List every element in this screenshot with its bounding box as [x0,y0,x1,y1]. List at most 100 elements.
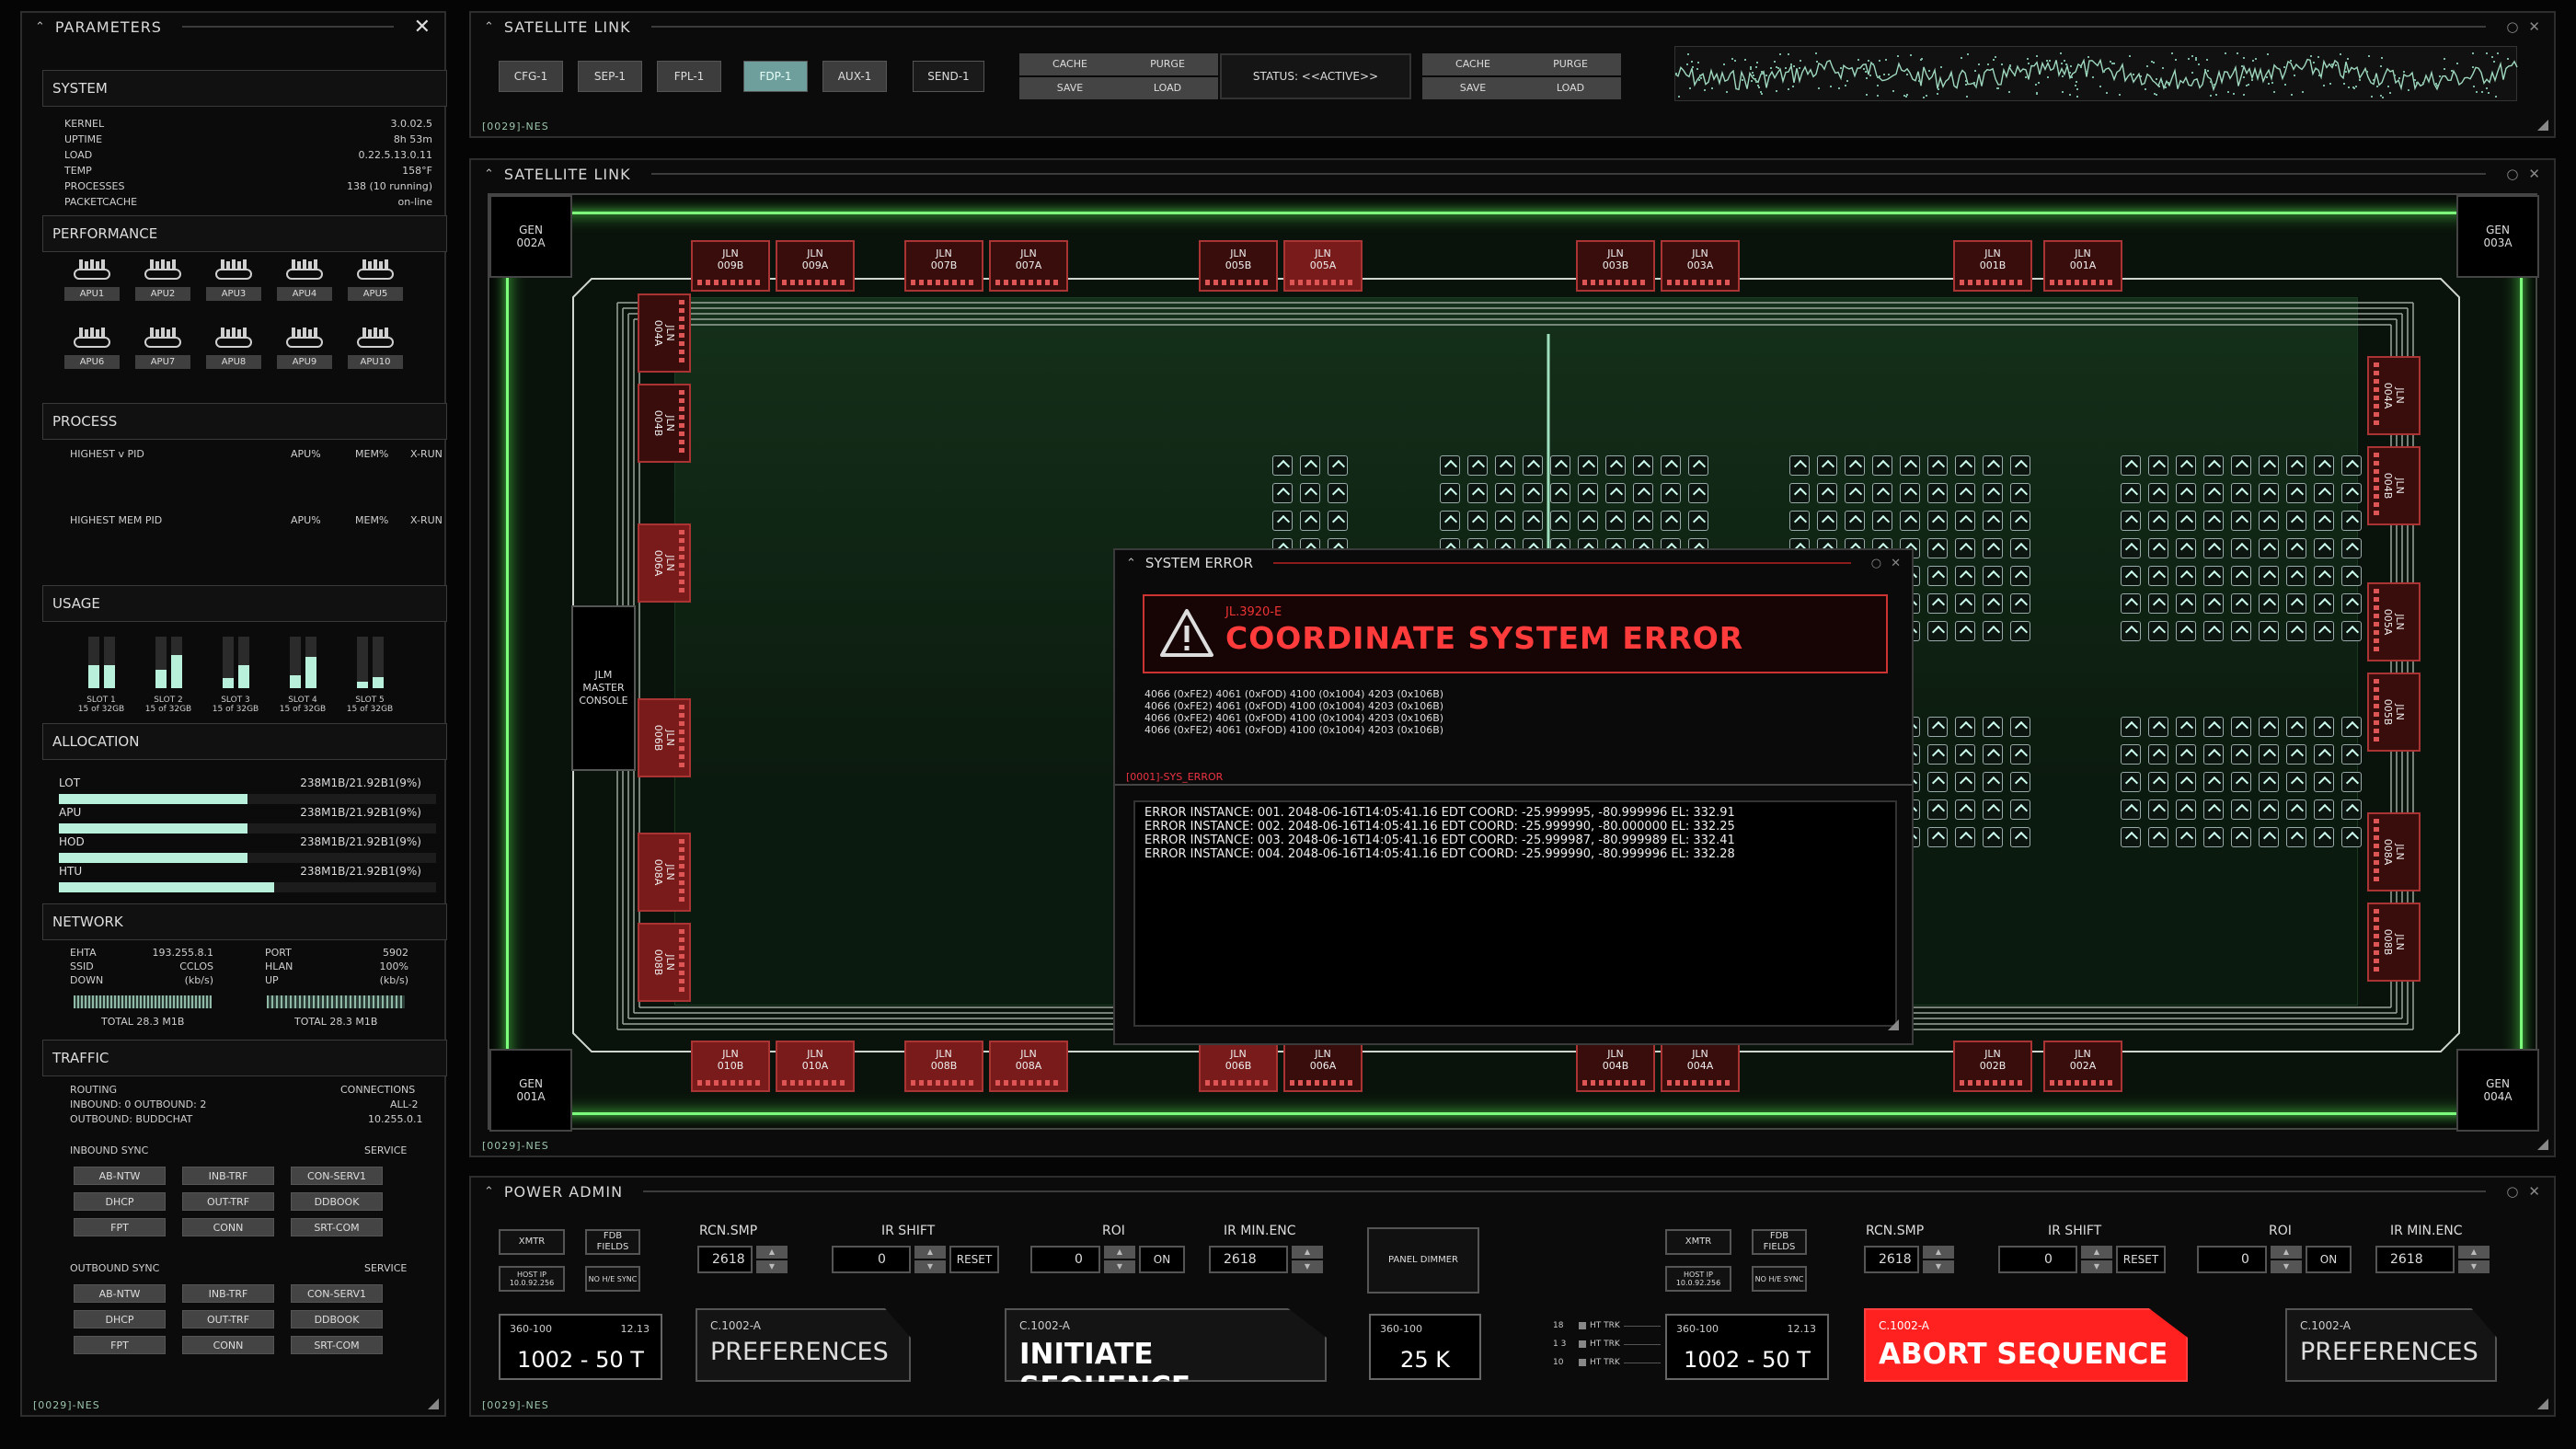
node-cell-icon[interactable] [1845,483,1865,503]
node-cell-icon[interactable] [2341,744,2362,765]
node-cell-icon[interactable] [2341,772,2362,792]
toolbar-button-sep-1[interactable]: SEP-1 [578,61,642,92]
toolbar-button-fdp-1[interactable]: FDP-1 [743,61,808,92]
jln-node-top-009a[interactable]: JLN 009A [776,240,855,292]
jln-node-bottom-010b[interactable]: JLN 010B [691,1041,770,1092]
node-cell-icon[interactable] [2231,827,2251,847]
jln-node-left-006a[interactable]: JLN 006A [638,523,691,603]
node-cell-icon[interactable] [2341,483,2362,503]
node-cell-icon[interactable] [2121,538,2141,558]
node-cell-icon[interactable] [2286,799,2306,820]
xmtr-button[interactable]: XMTR [499,1229,565,1255]
node-cell-icon[interactable] [1900,483,1920,503]
node-cell-icon[interactable] [2341,511,2362,531]
node-cell-icon[interactable] [1983,621,2003,641]
node-cell-icon[interactable] [1983,483,2003,503]
node-cell-icon[interactable] [1328,511,1348,531]
sync-button-fpt[interactable]: FPT [74,1336,166,1354]
node-cell-icon[interactable] [2259,455,2279,476]
node-cell-icon[interactable] [1688,455,1708,476]
node-cell-icon[interactable] [1328,455,1348,476]
resize-handle[interactable] [1888,1019,1899,1030]
node-cell-icon[interactable] [1440,483,1460,503]
node-cell-icon[interactable] [1955,799,1975,820]
collapse-chevron-icon[interactable]: ⌃ [484,167,495,181]
node-cell-icon[interactable] [2121,455,2141,476]
node-cell-icon[interactable] [2010,566,2030,586]
node-cell-icon[interactable] [1272,511,1293,531]
toolbar-button-fpl-1[interactable]: FPL-1 [657,61,721,92]
jln-node-bottom-004a[interactable]: JLN 004A [1661,1041,1740,1092]
node-cell-icon[interactable] [1983,593,2003,614]
node-cell-icon[interactable] [2341,455,2362,476]
node-cell-icon[interactable] [1495,511,1515,531]
no-hve-sync-button[interactable]: NO H/E SYNC [1752,1266,1807,1292]
node-cell-icon[interactable] [1927,566,1948,586]
node-cell-icon[interactable] [1789,511,1810,531]
roi-stepper[interactable]: ▲ ▼ [2271,1246,2302,1273]
apu-item[interactable]: APU3 [206,259,261,301]
node-cell-icon[interactable] [1927,772,1948,792]
node-cell-icon[interactable] [2010,593,2030,614]
roi-stepper[interactable]: ▲ ▼ [1104,1246,1135,1273]
collapse-chevron-icon[interactable]: ⌃ [35,20,46,34]
node-cell-icon[interactable] [2010,511,2030,531]
node-cell-icon[interactable] [1523,455,1543,476]
node-cell-icon[interactable] [1661,483,1681,503]
node-cell-icon[interactable] [2314,511,2334,531]
node-cell-icon[interactable] [2259,799,2279,820]
node-cell-icon[interactable] [2121,799,2141,820]
preferences-button-left[interactable]: C.1002-A PREFERENCES [696,1308,911,1382]
generator-node[interactable]: GEN 001A [489,1049,572,1132]
no-hve-sync-button[interactable]: NO H/E SYNC [585,1266,640,1292]
jln-node-top-001b[interactable]: JLN 001B [1953,240,2032,292]
load-button[interactable]: LOAD [1117,77,1218,99]
apu-item[interactable]: APU2 [135,259,190,301]
node-cell-icon[interactable] [1983,799,2003,820]
close-icon[interactable]: ✕ [2528,166,2541,182]
apu-item[interactable]: APU4 [277,259,332,301]
jln-node-left-008b[interactable]: JLN 008B [638,923,691,1002]
node-cell-icon[interactable] [2341,799,2362,820]
node-cell-icon[interactable] [1300,455,1320,476]
node-cell-icon[interactable] [1927,799,1948,820]
node-cell-icon[interactable] [1872,455,1892,476]
node-cell-icon[interactable] [2231,538,2251,558]
sync-button-con-serv1[interactable]: CON-SERV1 [291,1167,383,1185]
node-cell-icon[interactable] [2314,744,2334,765]
node-cell-icon[interactable] [2231,717,2251,737]
node-cell-icon[interactable] [1983,538,2003,558]
jln-node-top-005b[interactable]: JLN 005B [1199,240,1278,292]
node-cell-icon[interactable] [2203,455,2224,476]
node-cell-icon[interactable] [1900,511,1920,531]
node-cell-icon[interactable] [2259,566,2279,586]
node-cell-icon[interactable] [2314,717,2334,737]
node-cell-icon[interactable] [1955,511,1975,531]
node-cell-icon[interactable] [1605,511,1626,531]
node-cell-icon[interactable] [2148,538,2168,558]
node-cell-icon[interactable] [1789,455,1810,476]
node-cell-icon[interactable] [2286,621,2306,641]
node-cell-icon[interactable] [2231,744,2251,765]
node-cell-icon[interactable] [2121,827,2141,847]
node-cell-icon[interactable] [2286,538,2306,558]
roi-input[interactable]: 0 [2197,1246,2267,1273]
node-cell-icon[interactable] [2203,511,2224,531]
initiate-sequence-button[interactable]: C.1002-A INITIATE SEQUENCE [1005,1308,1327,1382]
node-cell-icon[interactable] [2259,621,2279,641]
node-cell-icon[interactable] [2176,799,2196,820]
node-cell-icon[interactable] [2203,717,2224,737]
sync-button-ab-ntw[interactable]: AB-NTW [74,1167,166,1185]
node-cell-icon[interactable] [2314,593,2334,614]
node-cell-icon[interactable] [2010,772,2030,792]
reset-button[interactable]: RESET [2116,1246,2166,1273]
node-cell-icon[interactable] [2176,621,2196,641]
node-cell-icon[interactable] [2176,455,2196,476]
xmtr-button[interactable]: XMTR [1665,1229,1731,1255]
node-cell-icon[interactable] [2010,621,2030,641]
node-cell-icon[interactable] [1495,483,1515,503]
node-cell-icon[interactable] [1927,455,1948,476]
node-cell-icon[interactable] [2231,483,2251,503]
ir-min-enc-stepper[interactable]: ▲ ▼ [2458,1246,2490,1273]
close-icon[interactable]: ✕ [1891,557,1901,570]
